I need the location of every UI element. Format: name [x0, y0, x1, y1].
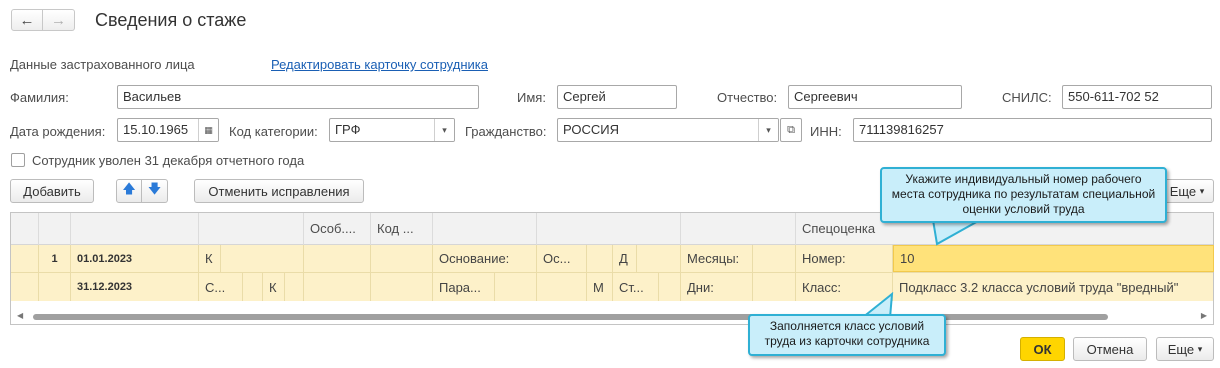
callout-number-hint: Укажите индивидуальный номер рабочего ме… [880, 167, 1167, 223]
header-col-spec[interactable]: Особ.... [304, 213, 371, 245]
chevron-down-icon: ▾ [1197, 343, 1203, 354]
page-title: Сведения о стаже [95, 10, 247, 30]
snils-label: СНИЛС: [1002, 90, 1052, 105]
header-cell [433, 213, 537, 245]
footer-more-button[interactable]: Еще ▾ [1156, 337, 1214, 361]
snils-field[interactable]: 550-611-702 52 [1062, 85, 1212, 109]
cell-os[interactable]: Ос... [537, 245, 587, 272]
ok-button[interactable]: ОК [1020, 337, 1065, 361]
citizenship-label: Гражданство: [465, 124, 547, 139]
table-cell[interactable] [659, 273, 681, 301]
chevron-down-icon[interactable]: ▾ [758, 119, 778, 141]
patronymic-field[interactable]: Сергеевич [788, 85, 962, 109]
months-label-cell: Месяцы: [681, 245, 753, 272]
table-cell [39, 273, 71, 301]
param-label-cell: Пара... [433, 273, 495, 301]
table-cell[interactable] [587, 245, 613, 272]
more-label: Еще [1169, 183, 1197, 199]
surname-field[interactable]: Васильев [117, 85, 479, 109]
cancel-button[interactable]: Отмена [1073, 337, 1147, 361]
scrollbar-thumb[interactable] [33, 314, 1108, 320]
move-up-button[interactable]: 🡅 [116, 179, 142, 203]
birth-date-label: Дата рождения: [10, 124, 106, 139]
number-label-cell: Номер: [796, 245, 893, 272]
arrow-left-icon: ← [19, 11, 35, 29]
chevron-down-icon: ▾ [1199, 185, 1205, 196]
row-marker [11, 245, 39, 272]
table-cell[interactable] [371, 273, 433, 301]
table-cell[interactable] [371, 245, 433, 272]
citizenship-value: РОССИЯ [563, 122, 620, 137]
patronymic-label: Отчество: [717, 90, 778, 105]
cell-k[interactable]: К [199, 245, 221, 272]
birth-date-field[interactable]: 15.10.1965 ▦ [117, 118, 219, 142]
header-cell [681, 213, 796, 245]
table-cell[interactable] [221, 245, 304, 272]
months-cell[interactable] [753, 245, 796, 272]
name-label: Имя: [517, 90, 546, 105]
header-col-code[interactable]: Код ... [371, 213, 433, 245]
name-field[interactable]: Сергей [557, 85, 677, 109]
experience-table[interactable]: Особ.... Код ... Спецоценка 1 01.01.2023… [10, 212, 1214, 325]
header-cell [39, 213, 71, 245]
days-label-cell: Дни: [681, 273, 753, 301]
cell-d[interactable]: Д [613, 245, 637, 272]
more-button[interactable]: Еще ▾ [1160, 179, 1214, 203]
header-cell [11, 213, 39, 245]
table-cell[interactable] [495, 273, 537, 301]
insured-person-label: Данные застрахованного лица [10, 57, 195, 72]
table-cell[interactable] [637, 245, 681, 272]
date-to-cell[interactable]: 31.12.2023 [71, 273, 199, 301]
header-cell [71, 213, 199, 245]
arrow-up-icon: 🡅 [122, 181, 136, 196]
table-cell[interactable] [243, 273, 263, 301]
inn-field[interactable]: 711139816257 [853, 118, 1212, 142]
table-cell[interactable] [304, 273, 371, 301]
inn-label: ИНН: [810, 124, 842, 139]
surname-label: Фамилия: [10, 90, 69, 105]
citizenship-select[interactable]: РОССИЯ ▾ [557, 118, 779, 142]
forward-button[interactable]: → [43, 9, 75, 31]
date-from-cell[interactable]: 01.01.2023 [71, 245, 199, 272]
cell-m[interactable]: М [587, 273, 613, 301]
table-row[interactable]: 31.12.2023 С... К Пара... М Ст... Дни: К… [11, 273, 1213, 301]
cell-s[interactable]: С... [199, 273, 243, 301]
arrow-down-icon: 🡇 [147, 181, 162, 196]
scroll-right-icon[interactable]: ▶ [1201, 311, 1207, 320]
table-row[interactable]: 1 01.01.2023 К Основание: Ос... Д Месяцы… [11, 245, 1214, 272]
cell-k2[interactable]: К [263, 273, 285, 301]
open-window-icon: ⧉ [787, 123, 795, 136]
category-code-label: Код категории: [229, 124, 318, 139]
row-number: 1 [39, 245, 71, 272]
table-cell[interactable] [304, 245, 371, 272]
table-cell[interactable] [285, 273, 304, 301]
callout-class-hint: Заполняется класс условий труда из карто… [748, 314, 946, 356]
table-cell[interactable] [537, 273, 587, 301]
days-cell[interactable] [753, 273, 796, 301]
cancel-corrections-button[interactable]: Отменить исправления [194, 179, 364, 203]
move-down-button[interactable]: 🡇 [142, 179, 168, 203]
add-button[interactable]: Добавить [10, 179, 94, 203]
category-code-value: ГРФ [335, 122, 361, 137]
header-cell [199, 213, 304, 245]
footer-more-label: Еще [1167, 341, 1195, 357]
workplace-number-cell[interactable]: 10 [893, 245, 1214, 272]
back-button[interactable]: ← [11, 9, 43, 31]
cell-st[interactable]: Ст... [613, 273, 659, 301]
work-conditions-class-cell[interactable]: Подкласс 3.2 класса условий труда "вредн… [893, 273, 1214, 301]
birth-date-value: 15.10.1965 [123, 122, 189, 137]
header-cell [537, 213, 681, 245]
edit-employee-card-link[interactable]: Редактировать карточку сотрудника [271, 57, 488, 72]
basis-label-cell: Основание: [433, 245, 537, 272]
scroll-left-icon[interactable]: ◀ [17, 311, 23, 320]
arrow-right-icon: → [51, 11, 66, 29]
horizontal-scrollbar[interactable]: ◀ ▶ [11, 310, 1213, 324]
calendar-icon[interactable]: ▦ [198, 119, 218, 141]
row-marker [11, 273, 39, 301]
dismissed-checkbox[interactable] [11, 153, 25, 167]
open-citizenship-button[interactable]: ⧉ [780, 118, 802, 142]
chevron-down-icon[interactable]: ▾ [434, 119, 454, 141]
dismissed-label: Сотрудник уволен 31 декабря отчетного го… [32, 153, 305, 168]
category-code-select[interactable]: ГРФ ▾ [329, 118, 455, 142]
